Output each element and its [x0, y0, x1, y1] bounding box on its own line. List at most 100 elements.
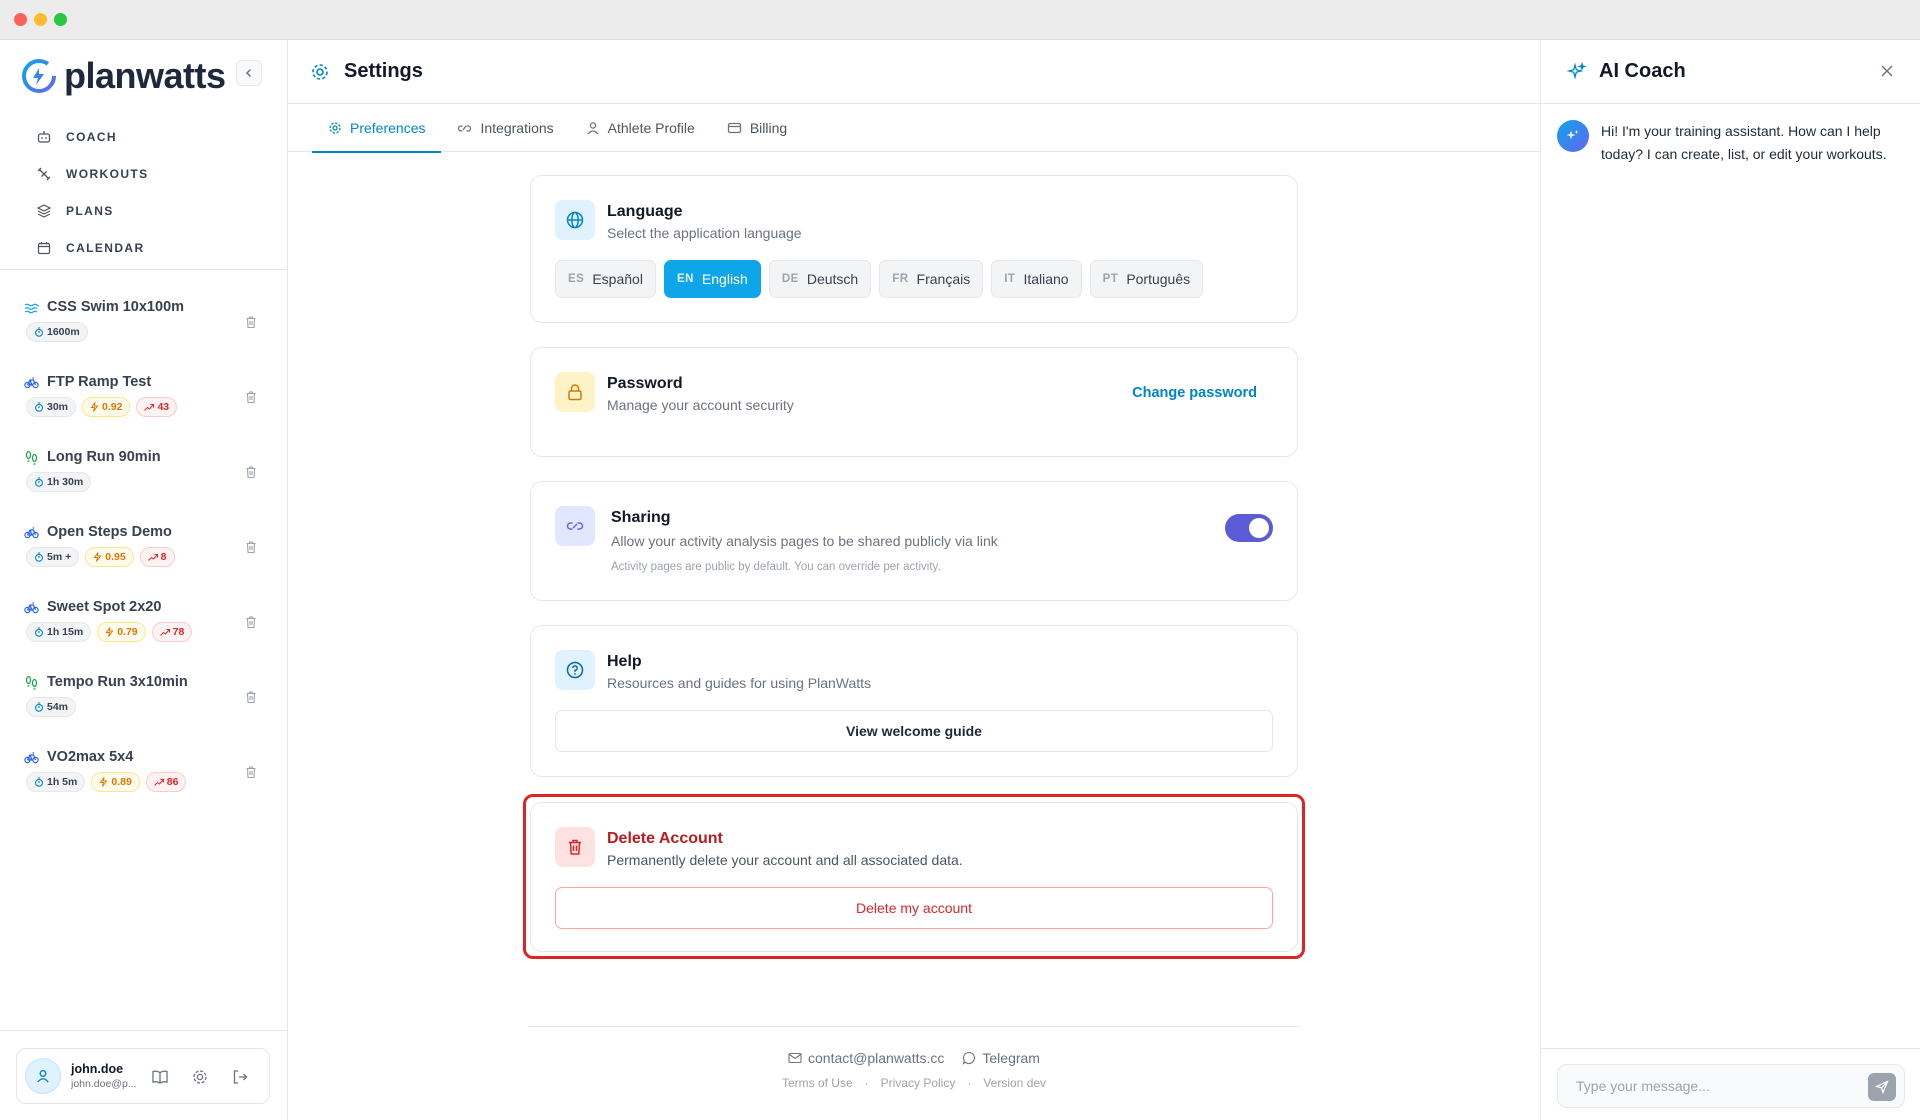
terms-link[interactable]: Terms of Use: [782, 1076, 853, 1090]
sidebar-divider: [0, 269, 288, 270]
tss-badge: 78: [151, 622, 193, 642]
workout-item[interactable]: CSS Swim 10x100m 1600m: [0, 288, 288, 363]
language-option-fr[interactable]: FR Français: [879, 260, 984, 298]
workout-item[interactable]: Open Steps Demo 5m + 0.95 8: [0, 513, 288, 588]
calendar-icon: [37, 241, 51, 254]
privacy-link[interactable]: Privacy Policy: [881, 1076, 956, 1090]
workout-list: CSS Swim 10x100m 1600m FTP Ramp Test 30m…: [0, 288, 288, 813]
coach-title: AI Coach: [1599, 60, 1686, 82]
contact-email-link[interactable]: contact@planwatts.cc: [788, 1050, 944, 1066]
language-option-en[interactable]: EN English: [663, 260, 761, 298]
language-card: Language Select the application language…: [530, 175, 1298, 323]
sharing-note: Activity pages are public by default. Yo…: [611, 561, 941, 573]
zoom-window-button[interactable]: [54, 13, 67, 26]
dumbbell-icon: [37, 167, 51, 180]
user-icon: [37, 1070, 49, 1083]
tss-badge: 8: [139, 547, 175, 567]
chat-input[interactable]: Type your message...: [1557, 1064, 1905, 1108]
language-option-de[interactable]: DE Deutsch: [768, 260, 872, 298]
delete-workout-button[interactable]: [244, 465, 258, 479]
tab-preferences[interactable]: Preferences: [312, 104, 442, 153]
settings-button[interactable]: [191, 1068, 209, 1086]
help-card: Help Resources and guides for using Plan…: [530, 625, 1298, 777]
workout-title: FTP Ramp Test: [47, 374, 152, 390]
send-icon: [1875, 1080, 1889, 1094]
coach-message-text: Hi! I'm your training assistant. How can…: [1601, 123, 1887, 162]
change-password-button[interactable]: Change password: [1132, 385, 1257, 401]
mail-icon: [788, 1052, 802, 1064]
intensity-badge: 0.79: [97, 622, 146, 642]
nav-item-calendar[interactable]: CALENDAR: [26, 229, 266, 266]
chat-input-placeholder: Type your message...: [1576, 1078, 1710, 1094]
layers-icon: [36, 203, 52, 218]
duration-badge: 1h 30m: [26, 472, 92, 492]
close-window-button[interactable]: [14, 13, 27, 26]
workout-item[interactable]: FTP Ramp Test 30m 0.92 43: [0, 363, 288, 438]
language-option-it[interactable]: IT Italiano: [991, 260, 1082, 298]
tab-athlete-profile[interactable]: Athlete Profile: [570, 104, 711, 152]
footprints-icon: [25, 675, 38, 690]
delete-workout-button[interactable]: [244, 615, 258, 629]
workout-item[interactable]: Sweet Spot 2x20 1h 15m 0.79 78: [0, 588, 288, 663]
chevron-left-icon: [245, 68, 252, 78]
delete-workout-button[interactable]: [244, 540, 258, 554]
chat-bubble-icon: [962, 1051, 976, 1065]
window-titlebar: [0, 0, 1920, 40]
bolt-icon: [90, 402, 99, 412]
avatar[interactable]: [25, 1058, 61, 1094]
logout-button[interactable]: [231, 1068, 249, 1086]
delete-workout-button[interactable]: [244, 390, 258, 404]
delete-workout-button[interactable]: [244, 690, 258, 704]
page-title: Settings: [344, 60, 423, 82]
sparkles-icon: [1567, 61, 1587, 79]
card-subtitle: Manage your account security: [607, 397, 794, 413]
password-card: Password Manage your account security Ch…: [530, 347, 1298, 457]
footprints-icon: [25, 450, 38, 465]
view-welcome-guide-button[interactable]: View welcome guide: [555, 710, 1273, 752]
bike-icon: [24, 526, 39, 538]
stopwatch-icon: [35, 702, 43, 712]
link-icon: [458, 125, 472, 132]
main-nav: COACH WORKOUTS PLANS CALENDAR: [26, 118, 266, 266]
intensity-badge: 0.89: [91, 772, 140, 792]
language-option-es[interactable]: ES Español: [555, 260, 656, 298]
language-option-pt[interactable]: PT Português: [1089, 260, 1204, 298]
planwatts-logo-icon: [22, 59, 56, 93]
workout-item[interactable]: Long Run 90min 1h 30m: [0, 438, 288, 513]
delete-workout-button[interactable]: [244, 765, 258, 779]
workout-title: Open Steps Demo: [47, 524, 172, 540]
trash-icon: [246, 691, 256, 704]
collapse-sidebar-button[interactable]: [236, 60, 262, 86]
settings-tabs: Preferences Integrations Athlete Profile…: [288, 104, 1540, 153]
card-title: Password: [607, 375, 683, 392]
nav-item-plans[interactable]: PLANS: [26, 192, 266, 229]
tab-integrations[interactable]: Integrations: [441, 104, 569, 152]
trend-up-icon: [144, 403, 155, 411]
stopwatch-icon: [35, 477, 43, 487]
minimize-window-button[interactable]: [34, 13, 47, 26]
language-options: ES Español EN English DE Deutsch FR Français…: [555, 260, 1204, 298]
card-title: Language: [607, 203, 683, 220]
brand-logo[interactable]: planwatts: [22, 54, 226, 98]
workout-title: CSS Swim 10x100m: [47, 299, 185, 315]
nav-item-workouts[interactable]: WORKOUTS: [26, 155, 266, 192]
workout-item[interactable]: Tempo Run 3x10min 54m: [0, 663, 288, 738]
sharing-toggle[interactable]: [1225, 514, 1273, 542]
trash-icon: [246, 391, 256, 404]
stopwatch-icon: [35, 327, 43, 337]
person-icon: [587, 122, 599, 135]
footer-separator: ·: [864, 1076, 869, 1090]
close-coach-button[interactable]: [1880, 64, 1894, 78]
stopwatch-icon: [35, 552, 43, 562]
trend-up-icon: [147, 553, 158, 561]
telegram-link[interactable]: Telegram: [962, 1050, 1040, 1066]
tab-billing[interactable]: Billing: [711, 104, 803, 152]
delete-workout-button[interactable]: [244, 315, 258, 329]
workout-item[interactable]: VO2max 5x4 1h 5m 0.89 86: [0, 738, 288, 813]
toggle-knob: [1249, 518, 1269, 538]
sidebar-bottom-divider: [0, 1030, 288, 1031]
nav-item-coach[interactable]: COACH: [26, 118, 266, 155]
send-button[interactable]: [1868, 1073, 1896, 1101]
guide-button[interactable]: [151, 1068, 169, 1086]
lock-icon: [555, 372, 595, 412]
